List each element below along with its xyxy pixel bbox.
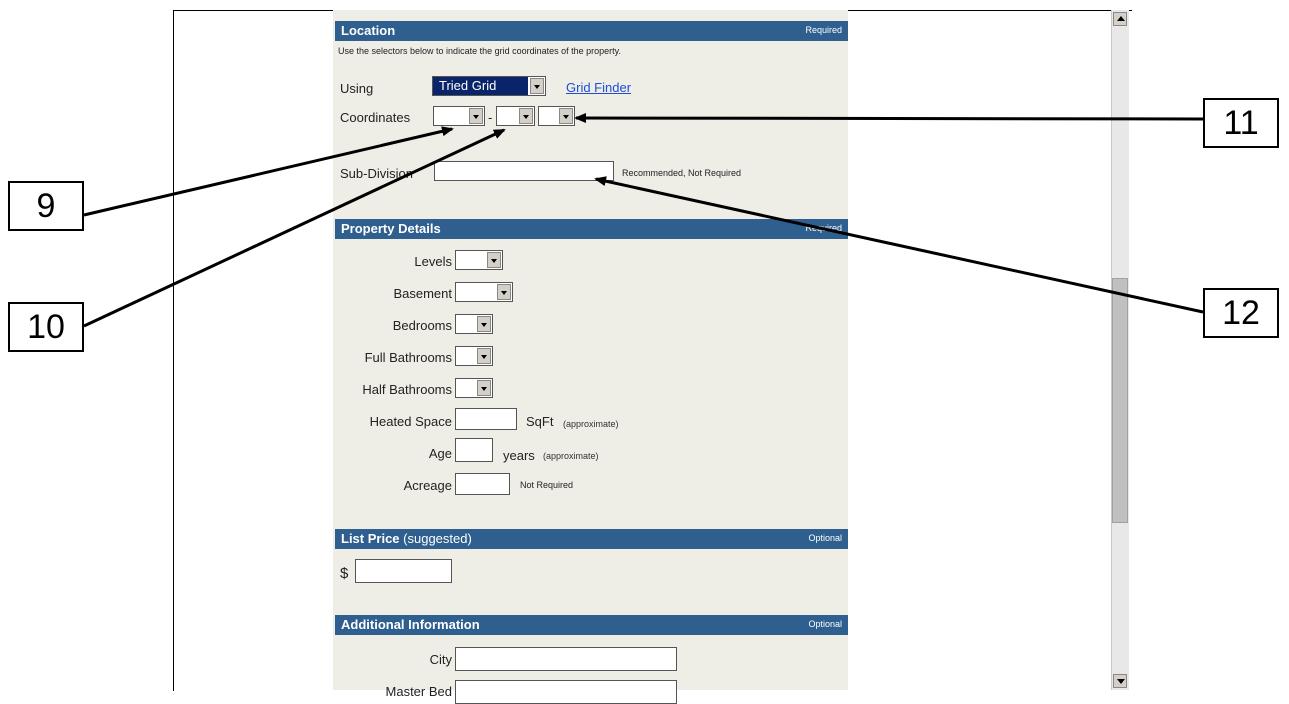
arrow-12 xyxy=(594,176,1204,314)
arrow-10 xyxy=(83,128,506,328)
callout-9: 9 xyxy=(8,181,84,231)
arrow-11 xyxy=(574,113,1204,124)
callout-12: 12 xyxy=(1203,288,1279,338)
callout-11: 11 xyxy=(1203,98,1279,148)
callout-arrows xyxy=(83,113,1204,328)
arrow-9 xyxy=(83,126,454,217)
callout-10: 10 xyxy=(8,302,84,352)
